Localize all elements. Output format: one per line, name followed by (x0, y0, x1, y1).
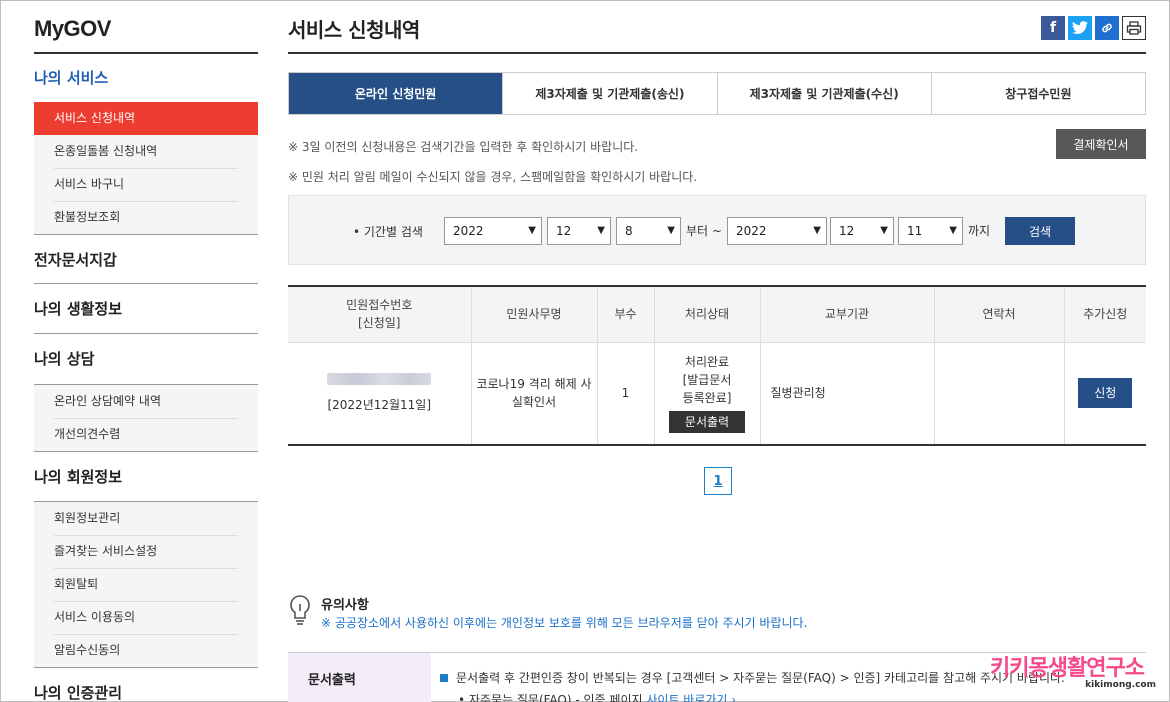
cell-receipt-number: [2022년12월11일] (288, 342, 471, 445)
tab-online-requests[interactable]: 온라인 신청민원 (289, 73, 503, 114)
from-suffix: 부터 ~ (686, 224, 722, 238)
bullet-square-icon (440, 674, 448, 682)
to-month-select[interactable]: 12 ▼ (830, 217, 894, 245)
twitter-icon[interactable] (1068, 16, 1092, 40)
page-title: 서비스 신청내역 (288, 18, 420, 42)
print-document-button[interactable]: 문서출력 (669, 411, 745, 434)
sidebar-sublist-member-info: 회원정보관리 즐겨찾는 서비스설정 회원탈퇴 서비스 이용동의 알림수신동의 (34, 501, 258, 667)
sidebar-section-counsel[interactable]: 나의 상담 (34, 334, 258, 384)
to-year-select[interactable]: 2022 ▼ (727, 217, 827, 245)
sidebar-section-member-info[interactable]: 나의 회원정보 (34, 451, 258, 501)
page-number-1[interactable]: 1 (704, 467, 732, 495)
redacted-receipt-number (327, 372, 432, 385)
sidebar-section-auth[interactable]: 나의 인증관리 (34, 667, 258, 702)
caution-text: ※ 공공장소에서 사용하신 이후에는 개인정보 보호를 위해 모든 브라우저를 … (321, 616, 808, 630)
facebook-icon[interactable]: f (1041, 16, 1065, 40)
search-panel: • 기간별 검색 2022 ▼ 12 ▼ 8 ▼ 부터 ~ 2022 ▼ 12 ▼ 11 ▼… (288, 195, 1146, 265)
to-suffix: 까지 (968, 224, 991, 238)
apply-button[interactable]: 신청 (1078, 378, 1133, 409)
chevron-down-icon: ▼ (949, 225, 957, 236)
sidebar-item-withdraw[interactable]: 회원탈퇴 (34, 568, 258, 601)
sidebar-item-refund-lookup[interactable]: 환불정보조회 (34, 201, 258, 234)
watermark-text: 키키몽생활연구소 (990, 656, 1145, 681)
search-button[interactable]: 검색 (1005, 217, 1075, 245)
from-day-select[interactable]: 8 ▼ (616, 217, 681, 245)
link-icon[interactable] (1095, 16, 1119, 40)
cell-agency: 질병관리청 (759, 342, 934, 445)
cell-extra-request: 신청 (1063, 342, 1146, 445)
col-contact: 연락처 (933, 286, 1064, 343)
sidebar-item-feedback[interactable]: 개선의견수렴 (34, 418, 258, 451)
watermark-url: kikimong.com (1085, 680, 1156, 690)
print-icon[interactable] (1122, 16, 1146, 40)
cell-status: 처리완료 [발급문서 등록완료] 문서출력 (653, 342, 760, 445)
cell-contact (933, 342, 1064, 445)
tab-bar: 온라인 신청민원 제3자제출 및 기관제출(송신) 제3자제출 및 기관제출(수… (288, 72, 1146, 115)
cell-office-name: 코로나19 격리 해제 사실확인서 (470, 342, 597, 445)
cell-copies: 1 (596, 342, 654, 445)
col-receipt-number: 민원접수번호 [신청일] (288, 286, 471, 343)
tab-counter-requests[interactable]: 창구접수민원 (930, 73, 1145, 114)
sidebar-sublist-counsel: 온라인 상담예약 내역 개선의견수렴 (34, 384, 258, 451)
col-extra-request: 추가신청 (1063, 286, 1146, 343)
table-row: [2022년12월11일] 코로나19 격리 해제 사실확인서 1 처리완료 [… (288, 342, 1146, 445)
sidebar-item-care-history[interactable]: 온종일돌봄 신청내역 (34, 135, 258, 168)
title-divider (288, 52, 1146, 54)
sidebar-item-notify-consent[interactable]: 알림수신동의 (34, 634, 258, 667)
brand-logo[interactable]: MyGOV (34, 0, 258, 54)
caution-title: 유의사항 (321, 598, 369, 613)
sidebar-item-member-manage[interactable]: 회원정보관리 (34, 502, 258, 535)
lightbulb-icon (288, 594, 312, 628)
notice-search-period: ※ 3일 이전의 신청내용은 검색기간을 입력한 후 확인하시기 바랍니다. (288, 140, 639, 154)
chevron-down-icon: ▼ (528, 225, 536, 236)
faq-link-line: • 자주묻는 질문(FAQ) - 인증 페이지 사이트 바로가기 › (458, 691, 736, 702)
sidebar-section-e-wallet[interactable]: 전자문서지갑 (34, 234, 258, 284)
col-office-name: 민원사무명 (470, 286, 597, 343)
document-output-line: 문서출력 후 간편인증 창이 반복되는 경우 [고객센터 > 자주묻는 질문(F… (440, 669, 1065, 686)
sidebar-section-life-info[interactable]: 나의 생활정보 (34, 284, 258, 334)
sidebar-item-service-consent[interactable]: 서비스 이용동의 (34, 601, 258, 634)
from-year-select[interactable]: 2022 ▼ (444, 217, 542, 245)
payment-confirmation-button[interactable]: 결제확인서 (1056, 129, 1146, 159)
faq-site-link[interactable]: 사이트 바로가기 › (646, 693, 736, 702)
request-table: 민원접수번호 [신청일] 민원사무명 부수 처리상태 교부기관 연락처 추가신청 … (288, 285, 1146, 446)
sidebar: MyGOV 나의 서비스 서비스 신청내역 온종일돌봄 신청내역 서비스 바구니… (34, 0, 258, 702)
col-copies: 부수 (596, 286, 654, 343)
watermark: 키키몽생활연구소 kikimong.com (990, 650, 1160, 696)
chevron-down-icon: ▼ (880, 225, 888, 236)
chevron-down-icon: ▼ (597, 225, 605, 236)
tab-third-party-received[interactable]: 제3자제출 및 기관제출(수신) (716, 73, 931, 114)
document-output-label: 문서출력 (288, 653, 431, 702)
sidebar-item-service-basket[interactable]: 서비스 바구니 (34, 168, 258, 201)
sidebar-item-online-reservation[interactable]: 온라인 상담예약 내역 (34, 385, 258, 418)
chevron-down-icon: ▼ (813, 225, 821, 236)
notice-spam-mail: ※ 민원 처리 알림 메일이 수신되지 않을 경우, 스팸메일함을 확인하시기 … (288, 170, 698, 184)
col-status: 처리상태 (653, 286, 760, 343)
chevron-down-icon: ▼ (667, 225, 675, 236)
from-month-select[interactable]: 12 ▼ (547, 217, 611, 245)
sidebar-item-favorite-services[interactable]: 즐겨찾는 서비스설정 (34, 535, 258, 568)
table-header-row: 민원접수번호 [신청일] 민원사무명 부수 처리상태 교부기관 연락처 추가신청 (288, 286, 1146, 343)
sidebar-section-my-services[interactable]: 나의 서비스 (34, 54, 258, 102)
tab-third-party-sent[interactable]: 제3자제출 및 기관제출(송신) (502, 73, 717, 114)
share-toolbar: f (1041, 16, 1146, 40)
col-agency: 교부기관 (759, 286, 934, 343)
search-period-label: • 기간별 검색 (353, 225, 423, 239)
sidebar-item-service-history[interactable]: 서비스 신청내역 (34, 102, 258, 135)
sidebar-sublist-my-services: 서비스 신청내역 온종일돌봄 신청내역 서비스 바구니 환불정보조회 (34, 102, 258, 234)
to-day-select[interactable]: 11 ▼ (898, 217, 963, 245)
